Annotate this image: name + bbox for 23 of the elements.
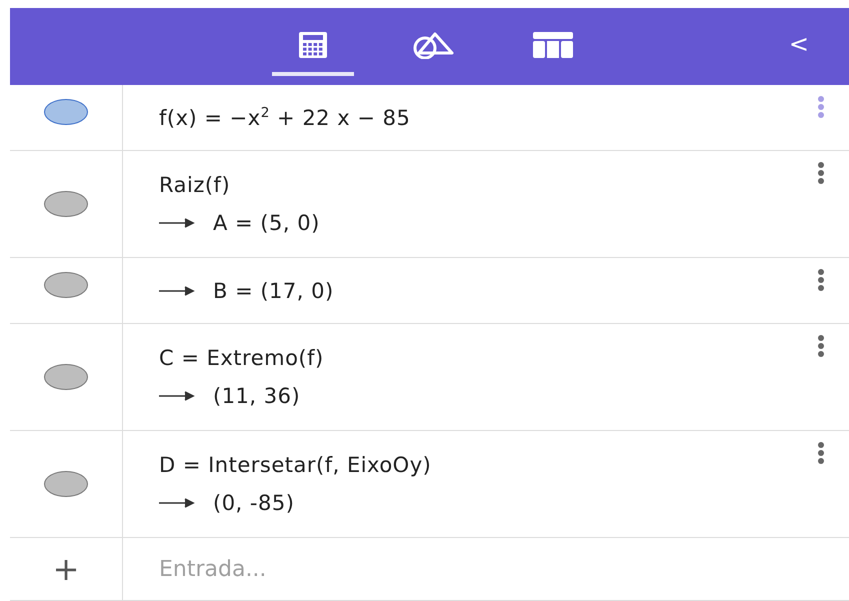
expression-text: D = Intersetar(f, EixoOy) [159,453,432,477]
visibility-toggle[interactable] [44,191,88,217]
visibility-toggle[interactable] [44,471,88,497]
result-text: (11, 36) [213,384,300,408]
calculator-icon [298,30,328,58]
expression-text: Raiz(f) [159,173,230,197]
arrow-icon [159,498,195,508]
arrow-icon [159,391,195,401]
result-text: (0, -85) [213,491,294,515]
result-text: B = (17, 0) [213,278,334,302]
table-icon [532,30,574,58]
visibility-toggle[interactable] [44,99,88,125]
input-field[interactable]: Entrada... [159,556,559,582]
expression-text: C = Extremo(f) [159,346,324,370]
collapse-button[interactable]: < [784,30,813,58]
add-button[interactable]: + [52,550,80,588]
arrow-icon [159,218,195,228]
visibility-toggle[interactable] [44,364,88,390]
visibility-toggle[interactable] [44,272,88,298]
expression-text: f(x) = −x$^{2}$ + 22 x − 85 [159,105,410,130]
arrow-icon [159,286,195,296]
triangle-circle-icon [411,30,455,58]
result-text: A = (5, 0) [213,211,320,235]
